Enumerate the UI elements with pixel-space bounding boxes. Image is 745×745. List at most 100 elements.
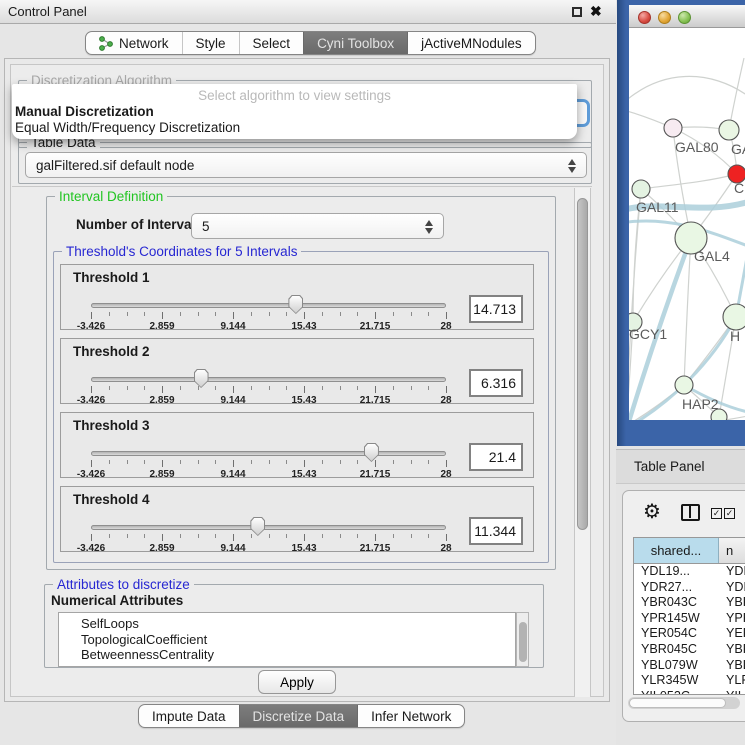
network-view-canvas[interactable]: GAL80GACGAL11GAL4GCY1HHAP2 xyxy=(629,28,745,420)
table-data-combo[interactable]: galFiltered.sif default node xyxy=(25,152,587,178)
slider-tick xyxy=(109,386,110,390)
float-window-icon[interactable] xyxy=(572,7,582,17)
tab-infer-network[interactable]: Infer Network xyxy=(357,705,464,727)
network-node[interactable] xyxy=(711,409,727,420)
gear-icon[interactable]: ⚙ xyxy=(643,499,661,524)
table-row[interactable]: YBL079WYBL0 xyxy=(634,658,745,674)
cell-shared-name[interactable]: YBL079W xyxy=(634,658,719,674)
zoom-traffic-light-icon[interactable] xyxy=(678,11,691,24)
slider-tick xyxy=(91,534,92,541)
cell-name[interactable]: YPR1 xyxy=(719,611,745,627)
table-row[interactable]: YBR045CYBR0 xyxy=(634,642,745,658)
select-all-columns-icon[interactable]: ✓ xyxy=(724,508,735,519)
threshold-slider[interactable]: -3.4262.8599.14415.4321.71528 xyxy=(91,373,446,403)
tab-jactivemnodules[interactable]: jActiveMNodules xyxy=(407,32,535,54)
network-node-ga[interactable] xyxy=(719,120,739,140)
numerical-attributes-list[interactable]: SelfLoopsTopologicalCoefficientBetweenne… xyxy=(58,612,516,667)
slider-thumb[interactable] xyxy=(250,517,265,536)
popup-option-manual-discretization[interactable]: Manual Discretization xyxy=(15,104,154,119)
column-header-name[interactable]: n xyxy=(719,538,745,563)
cell-name[interactable]: YIL0 xyxy=(719,689,745,695)
threshold-slider[interactable]: -3.4262.8599.14415.4321.71528 xyxy=(91,447,446,477)
slider-thumb[interactable] xyxy=(288,295,303,314)
apply-button[interactable]: Apply xyxy=(258,670,336,694)
cell-shared-name[interactable]: YDL19... xyxy=(634,564,719,580)
cell-name[interactable]: YER0 xyxy=(719,626,745,642)
slider-track[interactable] xyxy=(91,525,446,530)
attribute-item[interactable]: BetweennessCentrality xyxy=(59,647,515,663)
minimize-traffic-light-icon[interactable] xyxy=(658,11,671,24)
tab-label: Cyni Toolbox xyxy=(317,36,394,51)
table-row[interactable]: YIL052CYIL0 xyxy=(634,689,745,695)
slider-tick xyxy=(215,534,216,538)
tab-cyni-toolbox[interactable]: Cyni Toolbox xyxy=(303,32,407,54)
slider-tick-label: 9.144 xyxy=(220,321,245,332)
threshold-value-field[interactable]: 14.713 xyxy=(469,295,523,323)
network-node-gal80[interactable] xyxy=(664,119,682,137)
table-row[interactable]: YBR043CYBR0 xyxy=(634,595,745,611)
column-view-icon[interactable] xyxy=(681,504,700,521)
slider-tick-label: 21.715 xyxy=(360,321,391,332)
slider-thumb[interactable] xyxy=(194,369,209,388)
table-horizontal-scrollbar-thumb[interactable] xyxy=(629,698,726,708)
num-intervals-combo[interactable]: 5 xyxy=(191,213,444,239)
select-columns-icon[interactable]: ✓ xyxy=(711,508,722,519)
cell-shared-name[interactable]: YBR043C xyxy=(634,595,719,611)
node-label: GAL11 xyxy=(636,199,679,215)
slider-track[interactable] xyxy=(91,303,446,308)
table-row[interactable]: YLR345WYLR3 xyxy=(634,673,745,689)
content-scrollbar-thumb[interactable] xyxy=(577,198,588,530)
slider-track[interactable] xyxy=(91,451,446,456)
cell-name[interactable]: YBR0 xyxy=(719,595,745,611)
attribute-item[interactable]: TopologicalCoefficient xyxy=(59,632,515,648)
table-row[interactable]: YPR145WYPR1 xyxy=(634,611,745,627)
close-traffic-light-icon[interactable] xyxy=(638,11,651,24)
threshold-box: Threshold 1-3.4262.8599.14415.4321.71528… xyxy=(60,264,534,330)
cell-name[interactable]: YBR0 xyxy=(719,642,745,658)
tab-select[interactable]: Select xyxy=(239,32,304,54)
cell-shared-name[interactable]: YLR345W xyxy=(634,673,719,689)
threshold-value-field[interactable]: 11.344 xyxy=(469,517,523,545)
node-attribute-table[interactable]: shared... n YDL19...YDL1YDR27...YDR2YBR0… xyxy=(633,537,745,695)
table-row[interactable]: YDR27...YDR2 xyxy=(634,580,745,596)
slider-tick xyxy=(162,386,163,393)
table-row[interactable]: YER054CYER0 xyxy=(634,626,745,642)
cell-shared-name[interactable]: YBR045C xyxy=(634,642,719,658)
tab-label: Network xyxy=(119,36,169,51)
network-node-hap2[interactable] xyxy=(675,376,693,394)
attributes-scrollbar-thumb[interactable] xyxy=(519,622,527,662)
cell-shared-name[interactable]: YIL052C xyxy=(634,689,719,695)
tab-network[interactable]: Network xyxy=(86,32,182,54)
tab-discretize-data[interactable]: Discretize Data xyxy=(239,705,358,727)
tab-style[interactable]: Style xyxy=(182,32,239,54)
combo-stepper-icon xyxy=(425,219,434,235)
tab-impute-data[interactable]: Impute Data xyxy=(139,705,239,727)
threshold-value-field[interactable]: 6.316 xyxy=(469,369,523,397)
attributes-scrollbar[interactable] xyxy=(516,612,529,667)
cell-name[interactable]: YBL0 xyxy=(719,658,745,674)
network-node-gal11[interactable] xyxy=(632,180,650,198)
threshold-slider[interactable]: -3.4262.8599.14415.4321.71528 xyxy=(91,299,446,329)
network-window-titlebar[interactable] xyxy=(629,5,745,28)
cell-shared-name[interactable]: YPR145W xyxy=(634,611,719,627)
column-header-shared-name[interactable]: shared... xyxy=(634,538,719,563)
cell-name[interactable]: YLR3 xyxy=(719,673,745,689)
cell-name[interactable]: YDR2 xyxy=(719,580,745,596)
close-icon[interactable]: ✖ xyxy=(590,3,602,20)
slider-tick xyxy=(109,534,110,538)
attribute-item[interactable]: SelfLoops xyxy=(59,613,515,632)
cell-shared-name[interactable]: YDR27... xyxy=(634,580,719,596)
slider-thumb[interactable] xyxy=(364,443,379,462)
threshold-slider[interactable]: -3.4262.8599.14415.4321.71528 xyxy=(91,521,446,551)
slider-tick-label: -3.426 xyxy=(77,321,105,332)
table-horizontal-scrollbar[interactable] xyxy=(628,697,740,709)
slider-track[interactable] xyxy=(91,377,446,382)
table-body[interactable]: YDL19...YDL1YDR27...YDR2YBR043CYBR0YPR14… xyxy=(634,564,745,695)
popup-option-equal-width[interactable]: Equal Width/Frequency Discretization xyxy=(15,120,240,135)
content-scrollbar[interactable] xyxy=(574,188,591,697)
table-row[interactable]: YDL19...YDL1 xyxy=(634,564,745,580)
network-node-h[interactable] xyxy=(723,304,745,330)
cell-name[interactable]: YDL1 xyxy=(719,564,745,580)
threshold-value-field[interactable]: 21.4 xyxy=(469,443,523,471)
cell-shared-name[interactable]: YER054C xyxy=(634,626,719,642)
